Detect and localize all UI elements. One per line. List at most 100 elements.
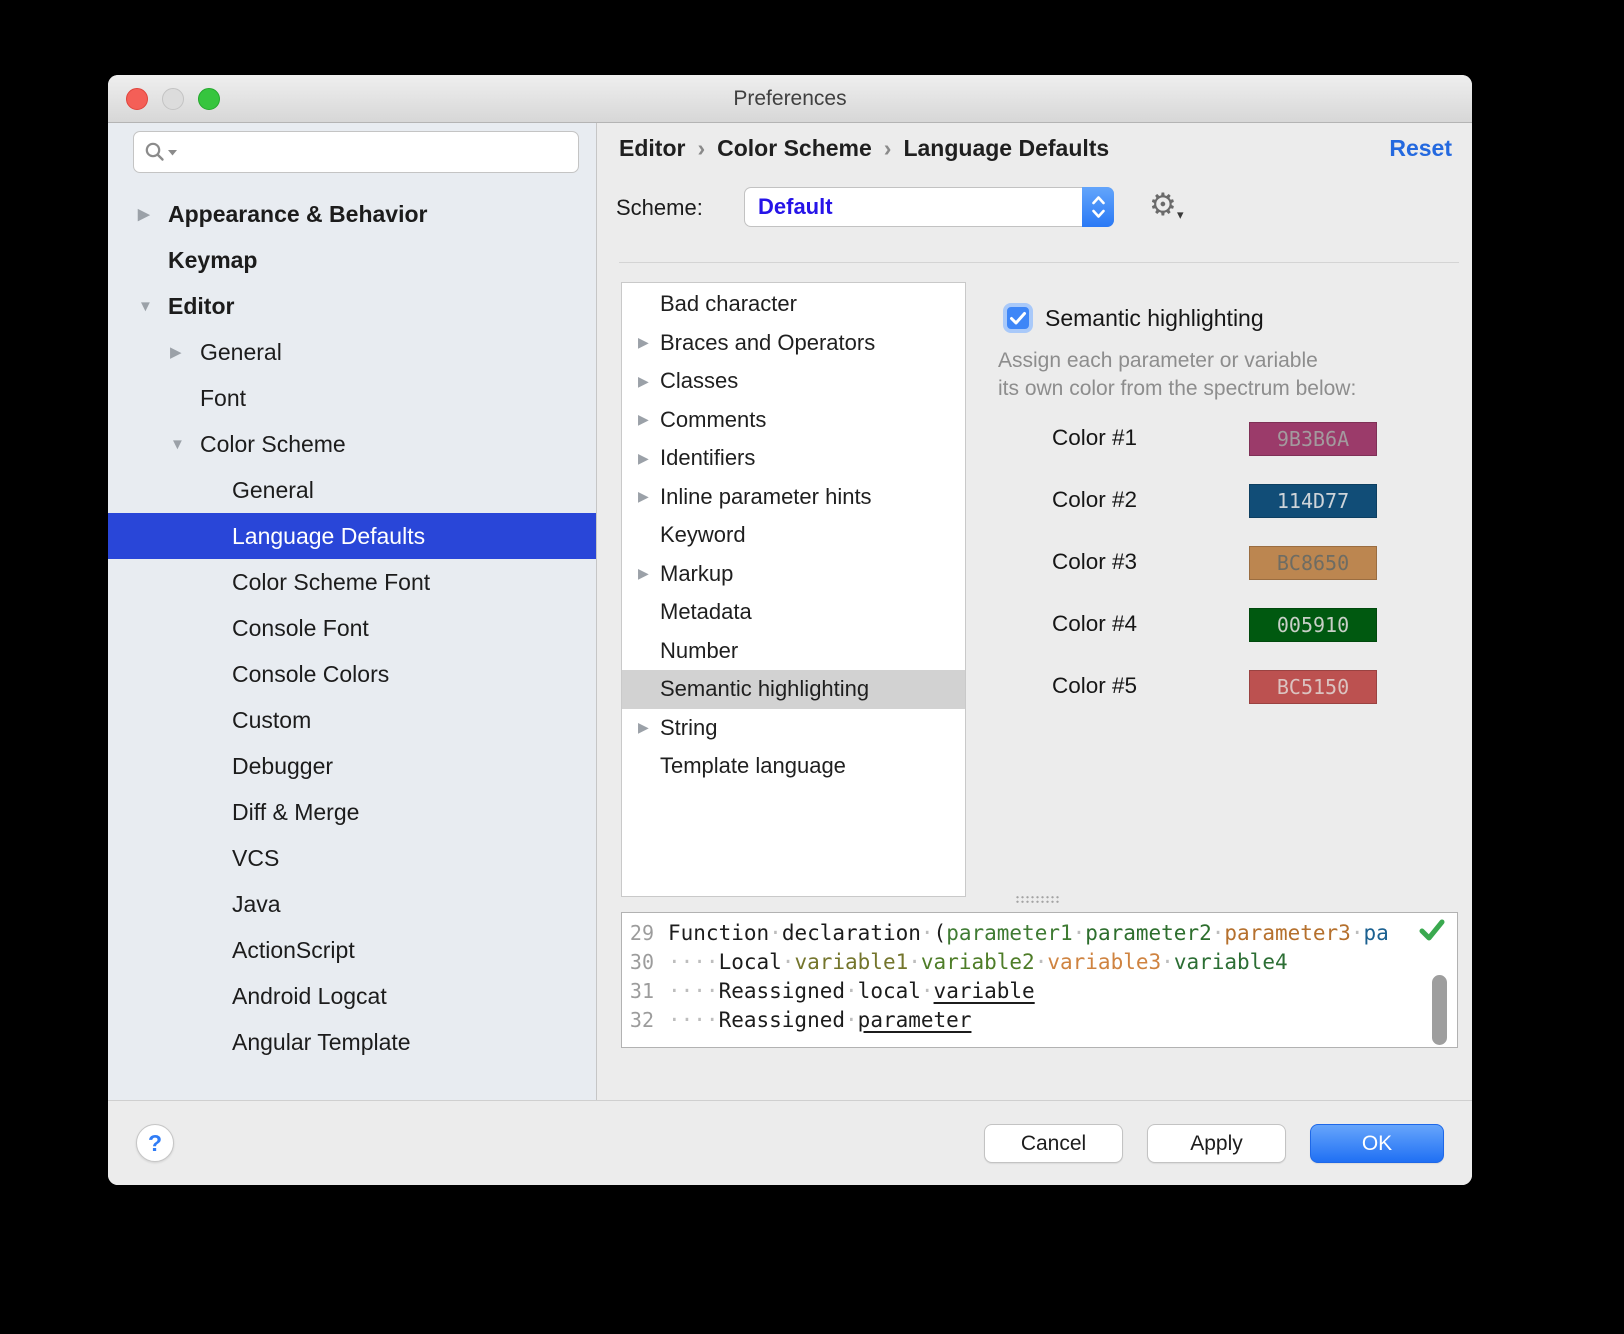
scheme-actions-button[interactable]: ⚙ ▾ xyxy=(1149,185,1193,229)
sidebar-item-actionscript[interactable]: ActionScript xyxy=(108,927,596,973)
cancel-button[interactable]: Cancel xyxy=(984,1124,1123,1163)
code-token: local xyxy=(858,979,921,1003)
attribute-item-bad-character[interactable]: Bad character xyxy=(622,285,965,324)
sidebar-item-label: ActionScript xyxy=(232,937,355,964)
sidebar-item-general[interactable]: General xyxy=(108,467,596,513)
zoom-button[interactable] xyxy=(198,88,220,110)
code-line-29: 29Function·declaration·(parameter1·param… xyxy=(622,918,1457,947)
attribute-item-template-language[interactable]: Template language xyxy=(622,747,965,786)
sidebar-item-color-scheme[interactable]: ▼Color Scheme xyxy=(108,421,596,467)
sidebar-item-console-font[interactable]: Console Font xyxy=(108,605,596,651)
chevron-expanded-icon[interactable]: ▼ xyxy=(138,298,168,315)
sidebar-item-label: Appearance & Behavior xyxy=(168,201,427,228)
sidebar-item-android-logcat[interactable]: Android Logcat xyxy=(108,973,596,1019)
traffic-lights xyxy=(126,88,220,110)
code-line-30: 30····Local·variable1·variable2·variable… xyxy=(622,947,1457,976)
breadcrumb-item-color-scheme[interactable]: Color Scheme xyxy=(717,135,872,162)
splitter-grip[interactable] xyxy=(1015,895,1059,904)
semantic-highlighting-label: Semantic highlighting xyxy=(1045,305,1264,332)
sidebar-item-editor[interactable]: ▼Editor xyxy=(108,283,596,329)
code-token: variable xyxy=(934,979,1035,1003)
sidebar-item-diff-merge[interactable]: Diff & Merge xyxy=(108,789,596,835)
chevron-collapsed-icon[interactable]: ▶ xyxy=(638,719,660,736)
sidebar-item-language-defaults[interactable]: Language Defaults xyxy=(108,513,596,559)
chevron-collapsed-icon[interactable]: ▶ xyxy=(638,334,660,351)
color-swatch-3[interactable]: BC8650 xyxy=(1249,546,1377,580)
sidebar-item-label: Font xyxy=(200,385,246,412)
chevron-collapsed-icon[interactable]: ▶ xyxy=(138,205,168,223)
sidebar-item-label: Diff & Merge xyxy=(232,799,359,826)
sidebar-item-label: General xyxy=(232,477,314,504)
whitespace-dot: · xyxy=(1212,921,1225,945)
sidebar-item-debugger[interactable]: Debugger xyxy=(108,743,596,789)
scheme-label: Scheme: xyxy=(616,195,703,221)
sidebar-item-appearance-behavior[interactable]: ▶Appearance & Behavior xyxy=(108,191,596,237)
attribute-item-classes[interactable]: ▶Classes xyxy=(622,362,965,401)
breadcrumb-item-editor[interactable]: Editor xyxy=(619,135,685,162)
semantic-highlighting-checkbox[interactable] xyxy=(1003,303,1033,333)
scheme-selected-value: Default xyxy=(758,188,833,226)
code-token: ( xyxy=(934,921,947,945)
chevron-up-icon xyxy=(1093,198,1103,204)
whitespace-dot: · xyxy=(769,921,782,945)
reset-link[interactable]: Reset xyxy=(1389,135,1452,162)
sidebar-item-label: Editor xyxy=(168,293,234,320)
code-token: Local xyxy=(719,950,782,974)
window-title: Preferences xyxy=(733,87,846,111)
preview-scrollbar-thumb[interactable] xyxy=(1432,975,1447,1045)
color-swatch-4[interactable]: 005910 xyxy=(1249,608,1377,642)
code-token: variable1 xyxy=(794,950,908,974)
sidebar-item-font[interactable]: Font xyxy=(108,375,596,421)
color-row-1: Color #19B3B6A xyxy=(597,422,1472,456)
code-token: parameter xyxy=(858,1008,972,1032)
code-line-32: 32····Reassigned·parameter xyxy=(622,1005,1457,1034)
chevron-expanded-icon[interactable]: ▼ xyxy=(170,436,200,453)
sidebar-tree: ▶Appearance & BehaviorKeymap▼Editor▶Gene… xyxy=(108,191,596,1065)
sidebar-item-label: VCS xyxy=(232,845,279,872)
sidebar-item-keymap[interactable]: Keymap xyxy=(108,237,596,283)
sidebar-item-color-scheme-font[interactable]: Color Scheme Font xyxy=(108,559,596,605)
minimize-button xyxy=(162,88,184,110)
sidebar-item-console-colors[interactable]: Console Colors xyxy=(108,651,596,697)
color-swatch-5[interactable]: BC5150 xyxy=(1249,670,1377,704)
chevron-collapsed-icon[interactable]: ▶ xyxy=(170,343,200,361)
scheme-select[interactable]: Default xyxy=(744,187,1114,227)
sidebar-item-label: Keymap xyxy=(168,247,257,274)
whitespace-dot: ···· xyxy=(668,950,719,974)
attribute-list: Bad character ▶Braces and Operators▶Class… xyxy=(621,282,966,897)
sidebar-item-general[interactable]: ▶General xyxy=(108,329,596,375)
breadcrumb-separator: › xyxy=(697,135,705,161)
sidebar-item-custom[interactable]: Custom xyxy=(108,697,596,743)
sidebar-item-java[interactable]: Java xyxy=(108,881,596,927)
apply-button[interactable]: Apply xyxy=(1147,1124,1286,1163)
sidebar-item-vcs[interactable]: VCS xyxy=(108,835,596,881)
footer-bar: ? Cancel Apply OK xyxy=(108,1100,1472,1185)
color-swatch-1[interactable]: 9B3B6A xyxy=(1249,422,1377,456)
whitespace-dot: · xyxy=(1351,921,1364,945)
color-row-3: Color #3BC8650 xyxy=(597,546,1472,580)
sidebar-item-angular-template[interactable]: Angular Template xyxy=(108,1019,596,1065)
help-button[interactable]: ? xyxy=(136,1124,174,1162)
color-swatch-2[interactable]: 114D77 xyxy=(1249,484,1377,518)
description-line-2: its own color from the spectrum below: xyxy=(998,375,1356,403)
color-label-5: Color #5 xyxy=(1052,673,1137,699)
sidebar-item-label: Color Scheme xyxy=(200,431,346,458)
chevron-collapsed-icon[interactable]: ▶ xyxy=(638,373,660,390)
color-label-2: Color #2 xyxy=(1052,487,1137,513)
gear-dropdown-arrow-icon: ▾ xyxy=(1177,207,1184,223)
whitespace-dot: · xyxy=(908,950,921,974)
attribute-item-braces-and-operators[interactable]: ▶Braces and Operators xyxy=(622,324,965,363)
attribute-item-label: String xyxy=(660,715,717,741)
attribute-item-string[interactable]: ▶String xyxy=(622,709,965,748)
ok-button[interactable]: OK xyxy=(1310,1124,1444,1163)
whitespace-dot: · xyxy=(1073,921,1086,945)
attribute-item-label: Template language xyxy=(660,753,846,779)
code-preview-lines: 29Function·declaration·(parameter1·param… xyxy=(622,918,1457,1034)
attribute-item-label: Bad character xyxy=(660,291,797,317)
line-number: 32 xyxy=(622,1008,654,1032)
close-button[interactable] xyxy=(126,88,148,110)
search-input[interactable] xyxy=(183,140,568,164)
footer-buttons: Cancel Apply OK xyxy=(984,1124,1444,1163)
scheme-stepper[interactable] xyxy=(1082,187,1114,227)
code-preview[interactable]: 29Function·declaration·(parameter1·param… xyxy=(621,912,1458,1048)
